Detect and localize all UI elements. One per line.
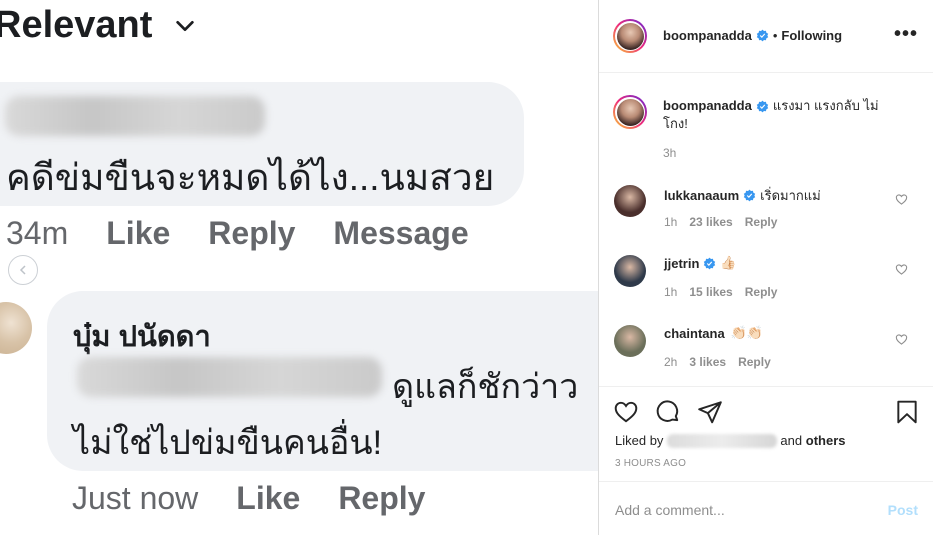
comment-likes[interactable]: 15 likes: [689, 285, 732, 299]
comment-text: 👏🏻👏🏻: [730, 325, 764, 340]
comment-time[interactable]: 2h: [664, 355, 677, 369]
reply-link[interactable]: Reply: [338, 480, 425, 517]
comment-icon[interactable]: [655, 399, 681, 425]
separator-dot: •: [772, 28, 778, 43]
blurred-commenter-name: [5, 96, 265, 136]
avatar[interactable]: [613, 95, 647, 129]
like-link[interactable]: Like: [236, 480, 300, 517]
caption-time: 3h: [663, 146, 677, 160]
sort-dropdown[interactable]: Relevant: [0, 4, 196, 47]
like-link[interactable]: Like: [106, 215, 170, 252]
comment-text-line1: ดูแลก็ชักว่าว: [392, 368, 579, 406]
reply-link[interactable]: Reply: [208, 215, 295, 252]
comment-text: 👍🏻: [720, 255, 737, 270]
username-link[interactable]: chaintana: [664, 326, 725, 341]
username-link[interactable]: jjetrin: [664, 256, 699, 271]
comment-text: เริ่ดมากแม่: [760, 188, 821, 203]
chevron-down-icon: [176, 20, 195, 31]
bookmark-icon[interactable]: [894, 399, 920, 425]
reply-arrow-icon[interactable]: [8, 255, 38, 285]
username-link[interactable]: boompanadda: [663, 28, 752, 43]
post-timestamp[interactable]: 3 HOURS AGO: [615, 458, 686, 469]
facebook-comments-pane: Relevant คดีข่มขืนจะหมดได้ไง...นมสวย 34m…: [0, 0, 598, 535]
following-button[interactable]: Following: [781, 28, 842, 43]
comment-likes[interactable]: 3 likes: [689, 355, 726, 369]
post-header: boompanadda • Following •••: [599, 0, 933, 73]
verified-badge-icon: [743, 189, 756, 202]
verified-badge-icon: [704, 257, 716, 269]
avatar[interactable]: [614, 255, 646, 287]
comment-text: คดีข่มขืนจะหมดได้ไง...นมสวย: [6, 157, 495, 198]
comment-author[interactable]: บุ๋ม ปนัดดา: [73, 313, 211, 359]
blurred-mention: [77, 357, 382, 397]
comment-bubble: บุ๋ม ปนัดดา ดูแลก็ชักว่าว ไม่ใช่ไปข่มขืน…: [47, 291, 598, 471]
comment-time: 34m: [6, 215, 69, 251]
comment-bubble: คดีข่มขืนจะหมดได้ไง...นมสวย: [0, 82, 524, 206]
avatar[interactable]: [0, 302, 32, 354]
blurred-liker-name: [667, 433, 778, 448]
post-actions: Liked by and others 3 HOURS AGO Add a co…: [599, 386, 933, 535]
verified-badge-icon: [756, 100, 769, 113]
comment-time[interactable]: 1h: [664, 215, 677, 229]
like-heart-icon[interactable]: [895, 193, 908, 206]
others-link[interactable]: others: [806, 433, 846, 448]
liked-by-text: Liked by and others: [615, 433, 846, 448]
heart-icon[interactable]: [613, 399, 639, 425]
like-heart-icon[interactable]: [895, 333, 908, 346]
instagram-post-panel: boompanadda • Following ••• boompanadda แ…: [598, 0, 933, 535]
avatar[interactable]: [614, 185, 646, 217]
comment-text-line2: ไม่ใช่ไปข่มขืนคนอื่น!: [73, 424, 383, 462]
like-heart-icon[interactable]: [895, 263, 908, 276]
sort-label: Relevant: [0, 4, 153, 46]
comment-time[interactable]: 1h: [664, 285, 677, 299]
message-link[interactable]: Message: [333, 215, 468, 252]
comment-actions: Just now Like Reply: [72, 480, 463, 517]
add-comment-bar: Add a comment... Post: [599, 481, 933, 536]
share-icon[interactable]: [697, 399, 723, 425]
avatar[interactable]: [613, 19, 647, 53]
add-comment-input[interactable]: Add a comment...: [615, 502, 725, 518]
comment-likes[interactable]: 23 likes: [689, 215, 732, 229]
verified-badge-icon: [756, 29, 769, 42]
username-link[interactable]: boompanadda: [663, 98, 752, 113]
comment-time: Just now: [72, 480, 199, 516]
avatar[interactable]: [614, 325, 646, 357]
post-button[interactable]: Post: [888, 502, 918, 518]
reply-link[interactable]: Reply: [745, 285, 778, 299]
more-options-icon[interactable]: •••: [894, 24, 918, 44]
reply-link[interactable]: Reply: [738, 355, 771, 369]
comment-actions: 34m Like Reply Message: [6, 215, 507, 252]
reply-link[interactable]: Reply: [745, 215, 778, 229]
username-link[interactable]: lukkanaaum: [664, 188, 739, 203]
